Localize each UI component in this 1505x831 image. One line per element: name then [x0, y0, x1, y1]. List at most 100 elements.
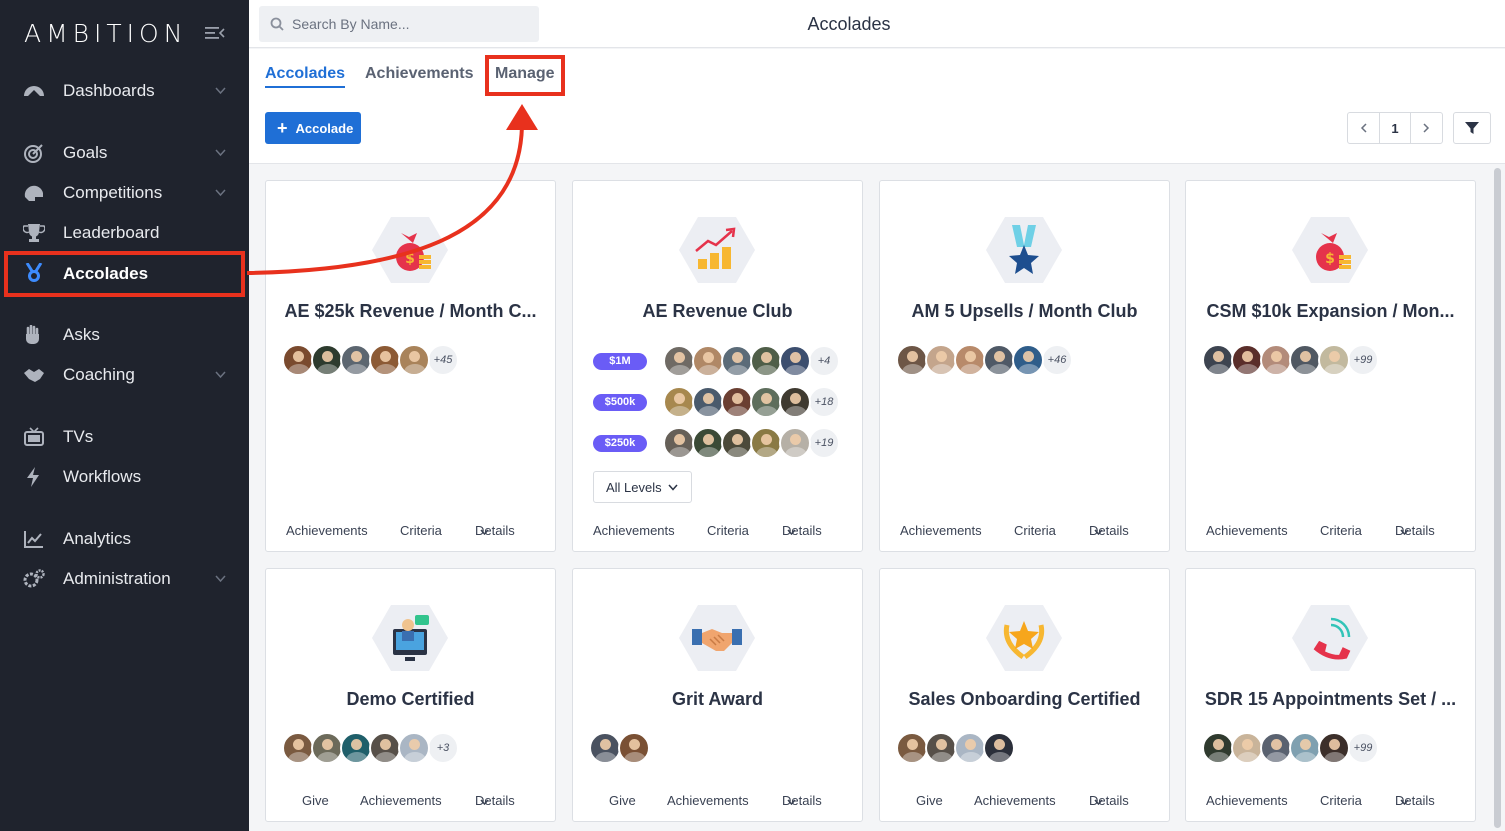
filter-icon: [1465, 121, 1479, 134]
details-link[interactable]: Details: [782, 793, 822, 808]
accolade-card[interactable]: AE Revenue Club $1M +4 $500k +18 $250k +…: [572, 180, 863, 552]
sidebar-item-accolades[interactable]: Accolades: [4, 251, 245, 297]
levels-select[interactable]: All Levels: [593, 471, 692, 503]
avatar: [1289, 344, 1321, 376]
give-link[interactable]: Give: [302, 793, 329, 808]
card-title[interactable]: Sales Onboarding Certified: [892, 689, 1157, 710]
tab-manage[interactable]: Manage: [485, 55, 565, 96]
avatar-group[interactable]: +45: [282, 344, 459, 376]
details-link[interactable]: Details: [1089, 793, 1129, 808]
phone-ringing-icon: [1292, 605, 1368, 671]
avatar: [282, 732, 314, 764]
achievements-link[interactable]: Achievements: [1206, 793, 1288, 808]
criteria-link[interactable]: Criteria: [1014, 523, 1056, 538]
criteria-link[interactable]: Criteria: [1320, 793, 1362, 808]
achievements-link[interactable]: Achievements: [667, 793, 749, 808]
details-link[interactable]: Details: [475, 793, 515, 808]
accolade-card[interactable]: $ CSM $10k Expansion / Mon... +99 Achiev…: [1185, 180, 1476, 552]
medal-icon: [25, 263, 43, 282]
svg-text:$: $: [405, 251, 415, 267]
card-footer: Give Achievements Details: [266, 793, 555, 809]
accolade-card[interactable]: Demo Certified +3 Give Achievements Deta…: [265, 568, 556, 822]
details-label: Details: [1089, 793, 1129, 808]
avatar: [721, 427, 753, 459]
give-link[interactable]: Give: [916, 793, 943, 808]
sidebar-item-label: Analytics: [63, 529, 132, 548]
accolade-card[interactable]: Sales Onboarding Certified Give Achievem…: [879, 568, 1170, 822]
details-label: Details: [782, 793, 822, 808]
achievements-link[interactable]: Achievements: [286, 523, 368, 538]
more-count: +45: [427, 344, 459, 376]
sidebar-item-goals[interactable]: Goals: [0, 133, 249, 173]
criteria-link[interactable]: Criteria: [400, 523, 442, 538]
prev-page-button[interactable]: [1348, 113, 1379, 143]
sidebar-item-analytics[interactable]: Analytics: [0, 519, 249, 559]
avatar: [954, 732, 986, 764]
accolade-card[interactable]: AM 5 Upsells / Month Club +46 Achievemen…: [879, 180, 1170, 552]
sidebar-item-dashboards[interactable]: Dashboards: [0, 71, 249, 111]
criteria-link[interactable]: Criteria: [1320, 523, 1362, 538]
money-bag-icon: $: [372, 217, 448, 283]
sidebar-item-tvs[interactable]: TVs: [0, 417, 249, 457]
handshake-icon: [24, 369, 44, 382]
details-link[interactable]: Details: [475, 523, 515, 538]
avatar-group[interactable]: +18: [663, 386, 840, 418]
sidebar-item-workflows[interactable]: Workflows: [0, 457, 249, 497]
achievements-link[interactable]: Achievements: [900, 523, 982, 538]
accolade-card[interactable]: SDR 15 Appointments Set / ... +99 Achiev…: [1185, 568, 1476, 822]
sidebar-item-leaderboard[interactable]: Leaderboard: [0, 213, 249, 253]
avatar-group[interactable]: +99: [1202, 344, 1379, 376]
tv-icon: [24, 427, 44, 446]
sidebar-item-coaching[interactable]: Coaching: [0, 355, 249, 395]
accolade-card[interactable]: $ AE $25k Revenue / Month C... +45 Achie…: [265, 180, 556, 552]
more-count: +99: [1347, 344, 1379, 376]
card-title[interactable]: Grit Award: [585, 689, 850, 710]
card-title[interactable]: CSM $10k Expansion / Mon...: [1198, 301, 1463, 322]
sidebar: AMBITION Dashboards Goals Competitions L…: [0, 0, 249, 831]
add-accolade-button[interactable]: + Accolade: [265, 112, 361, 144]
achievements-link[interactable]: Achievements: [593, 523, 675, 538]
ambition-logo[interactable]: AMBITION: [24, 18, 184, 48]
avatar-group[interactable]: +46: [896, 344, 1073, 376]
card-title[interactable]: SDR 15 Appointments Set / ...: [1198, 689, 1463, 710]
achievements-link[interactable]: Achievements: [1206, 523, 1288, 538]
card-title[interactable]: AE Revenue Club: [585, 301, 850, 322]
next-page-button[interactable]: [1411, 113, 1442, 143]
details-link[interactable]: Details: [782, 523, 822, 538]
give-link[interactable]: Give: [609, 793, 636, 808]
avatar: [369, 732, 401, 764]
page-number[interactable]: 1: [1379, 113, 1411, 143]
details-link[interactable]: Details: [1395, 793, 1435, 808]
avatar: [369, 344, 401, 376]
avatar-group[interactable]: [896, 732, 1015, 764]
accolade-card[interactable]: Grit Award Give Achievements Details: [572, 568, 863, 822]
avatar-group[interactable]: [589, 732, 650, 764]
card-title[interactable]: AM 5 Upsells / Month Club: [892, 301, 1157, 322]
level-row: $1M +4: [593, 345, 840, 377]
filter-button[interactable]: [1453, 112, 1491, 144]
tab-achievements[interactable]: Achievements: [365, 65, 474, 86]
sidebar-item-administration[interactable]: Administration: [0, 559, 249, 599]
sidebar-item-label: Competitions: [63, 183, 163, 202]
details-link[interactable]: Details: [1089, 523, 1129, 538]
collapse-menu-icon[interactable]: [205, 25, 225, 41]
scrollbar[interactable]: [1494, 168, 1501, 828]
chevron-right-icon: [1423, 123, 1430, 133]
card-title[interactable]: Demo Certified: [278, 689, 543, 710]
avatar-group[interactable]: +3: [282, 732, 459, 764]
card-title[interactable]: AE $25k Revenue / Month C...: [278, 301, 543, 322]
sidebar-item-asks[interactable]: Asks: [0, 315, 249, 355]
avatar-group[interactable]: +19: [663, 427, 840, 459]
topbar: Accolades: [249, 0, 1505, 48]
sidebar-item-competitions[interactable]: Competitions: [0, 173, 249, 213]
details-link[interactable]: Details: [1395, 523, 1435, 538]
tab-accolades[interactable]: Accolades: [265, 65, 346, 88]
avatar-group[interactable]: +99: [1202, 732, 1379, 764]
avatar-group[interactable]: +4: [663, 345, 840, 377]
criteria-link[interactable]: Criteria: [707, 523, 749, 538]
level-badge: $1M: [593, 352, 647, 370]
details-label: Details: [1089, 523, 1129, 538]
achievements-link[interactable]: Achievements: [974, 793, 1056, 808]
svg-text:$: $: [1325, 251, 1335, 267]
achievements-link[interactable]: Achievements: [360, 793, 442, 808]
